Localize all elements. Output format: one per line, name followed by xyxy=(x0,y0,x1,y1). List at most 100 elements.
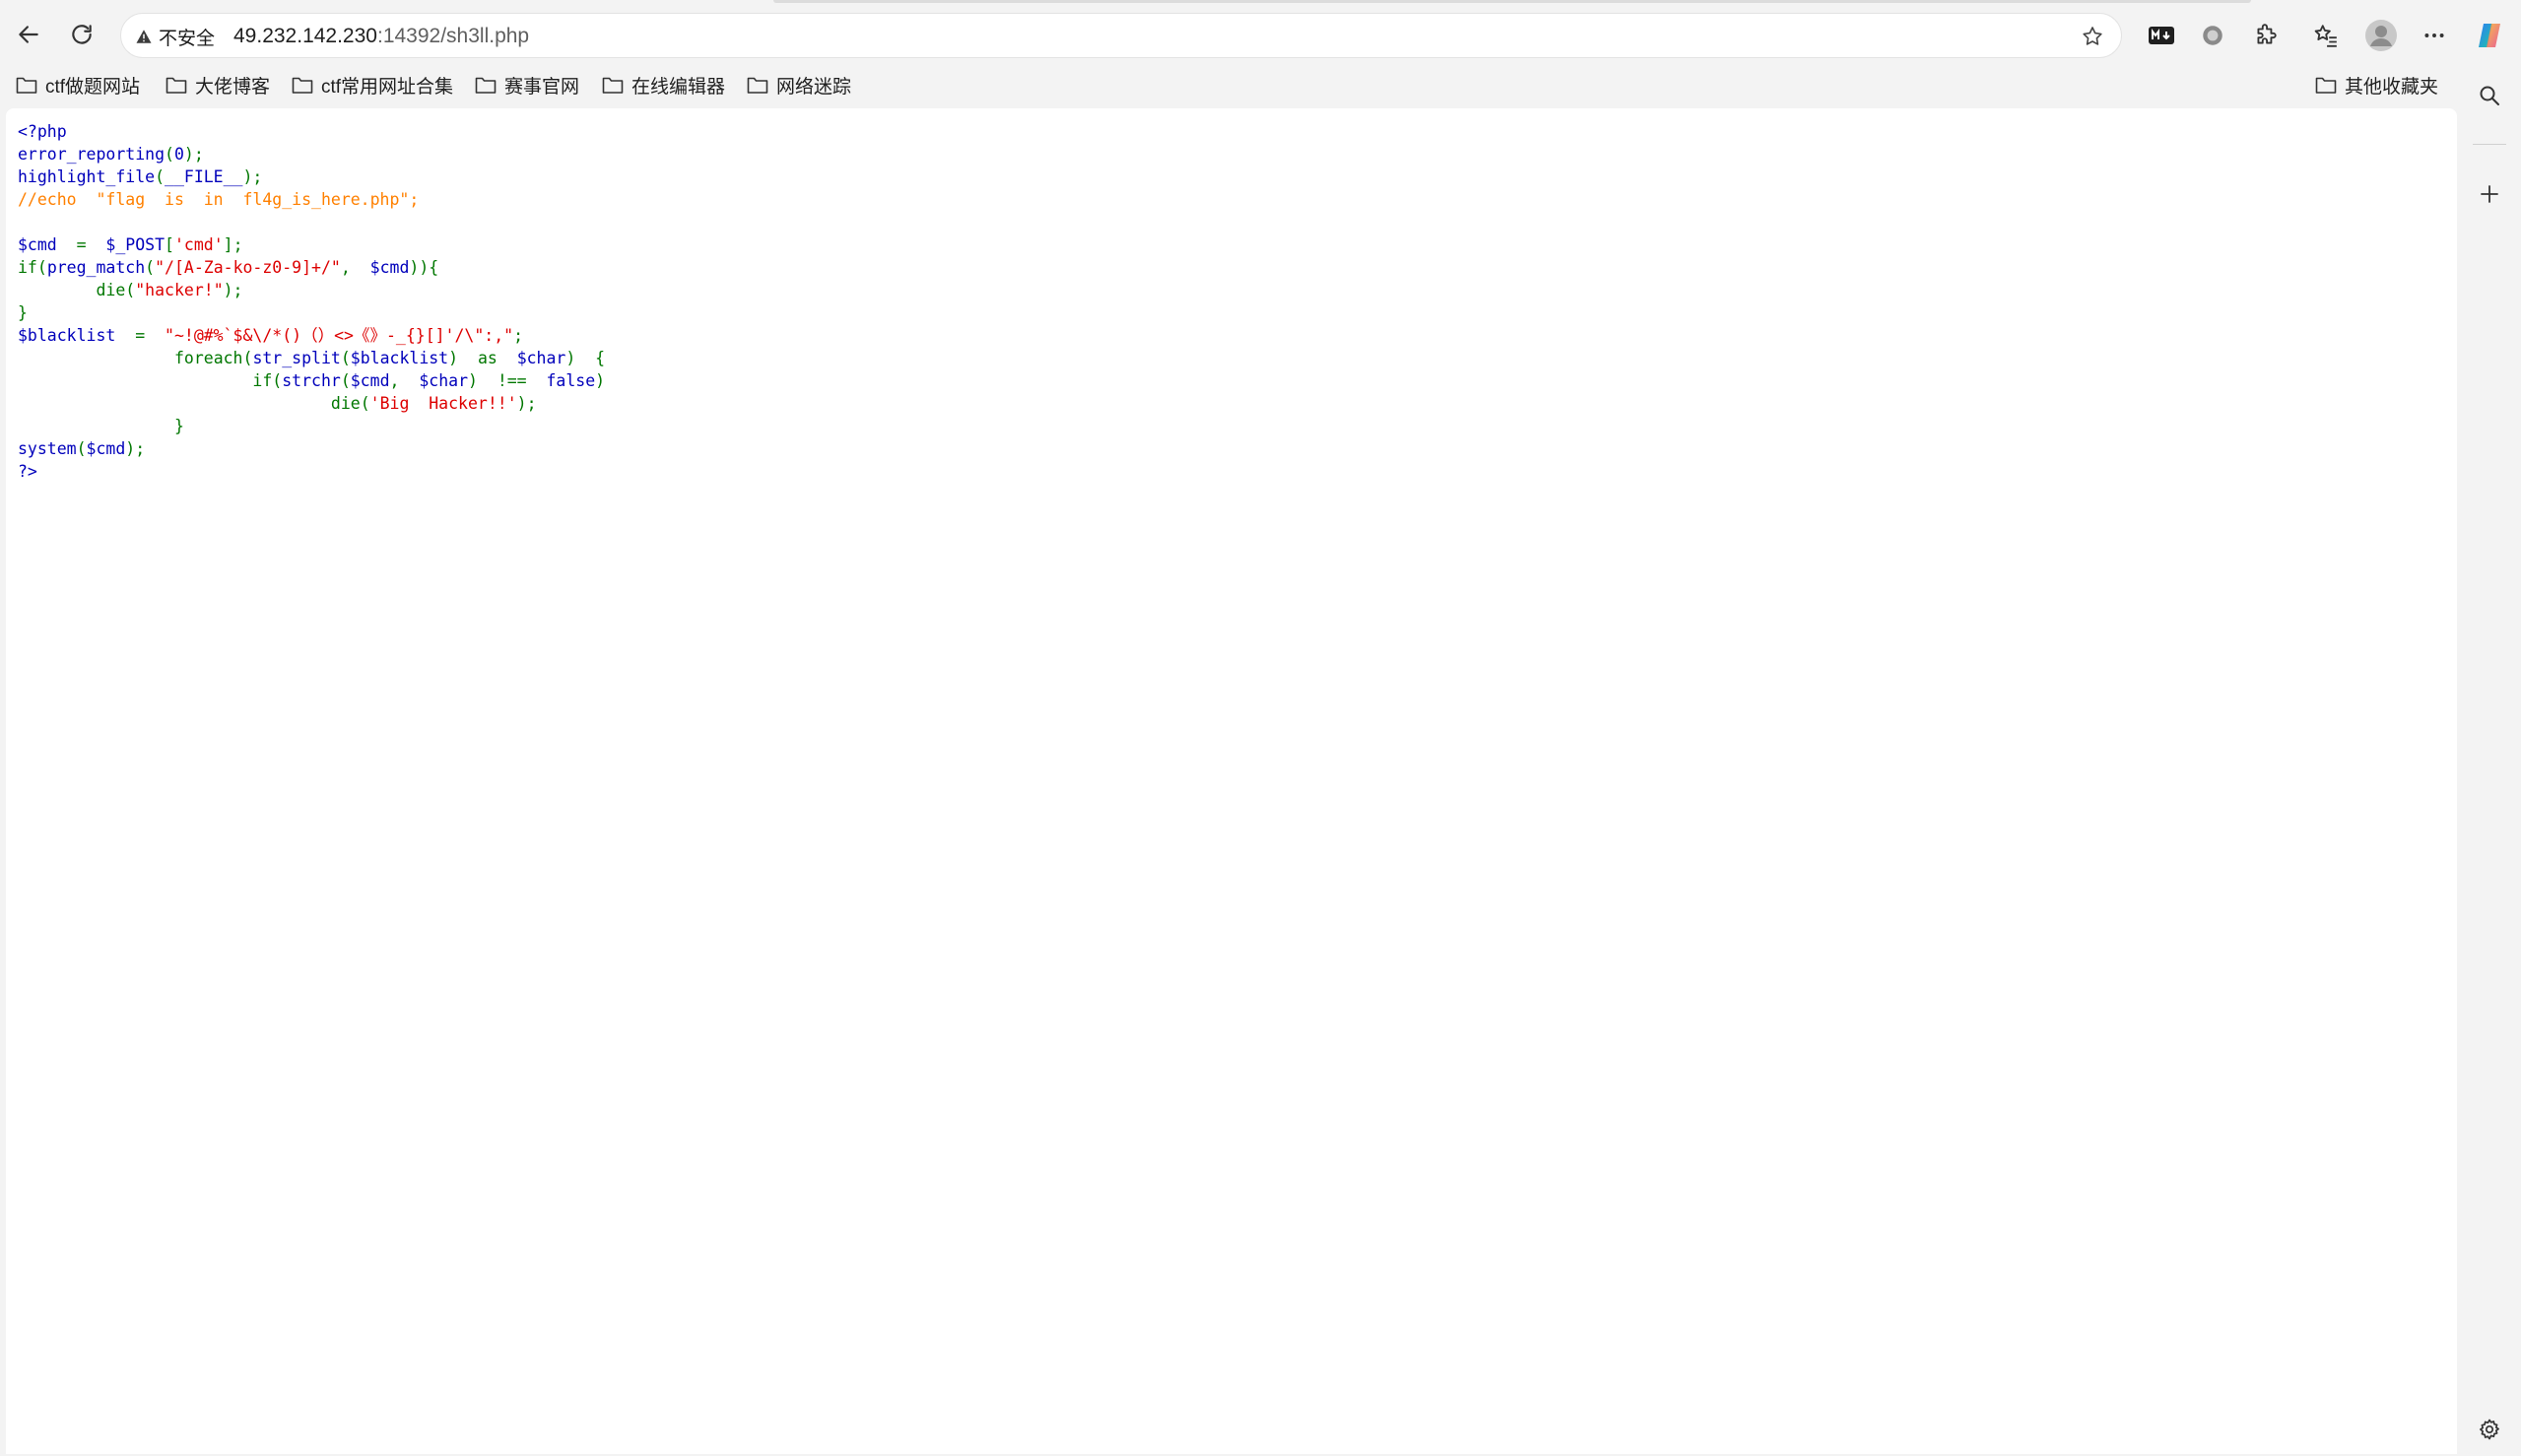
code-token: error_reporting xyxy=(18,145,166,164)
code-comment: //echo "flag is in fl4g_is_here.php"; xyxy=(18,190,420,209)
folder-icon xyxy=(2315,77,2337,94)
bookmark-folder-blogs[interactable]: 大佬博客 xyxy=(166,71,270,99)
code-token: ); xyxy=(516,394,537,413)
code-token: system xyxy=(18,439,77,458)
code-token: ( xyxy=(340,349,351,367)
gear-icon xyxy=(2480,1419,2499,1440)
bookmark-label: 网络迷踪 xyxy=(776,76,852,98)
code-token: foreach( xyxy=(173,349,253,367)
bookmark-folder-editors[interactable]: 在线编辑器 xyxy=(602,71,725,99)
bookmark-folder-osint[interactable]: 网络迷踪 xyxy=(747,71,851,99)
code-token: ( xyxy=(76,439,87,458)
code-token: highlight_file xyxy=(18,167,156,186)
url-text[interactable]: 49.232.142.230:14392/sh3ll.php xyxy=(233,25,529,48)
warning-icon xyxy=(136,30,152,43)
code-token: $char xyxy=(419,371,469,390)
bookmark-folder-ctf-links[interactable]: ctf常用网址合集 xyxy=(292,71,453,99)
extensions-button[interactable] xyxy=(2247,17,2285,54)
code-token: ) !== xyxy=(468,371,547,390)
folder-icon xyxy=(747,77,768,94)
avatar-icon xyxy=(2365,20,2397,51)
other-bookmarks-folder[interactable]: 其他收藏夹 xyxy=(2315,71,2438,99)
record-extension-button[interactable] xyxy=(2194,17,2231,54)
bookmark-label: 大佬博客 xyxy=(195,76,271,98)
profile-button[interactable] xyxy=(2362,17,2400,54)
code-token: __FILE__ xyxy=(165,167,243,186)
url-path: :14392/sh3ll.php xyxy=(376,25,530,47)
code-token: ); xyxy=(242,167,263,186)
code-token: = xyxy=(115,326,166,345)
code-token: ; xyxy=(513,326,524,345)
copilot-icon xyxy=(2479,24,2500,47)
copilot-button[interactable] xyxy=(2471,17,2508,54)
code-token: $char xyxy=(516,349,566,367)
code-token: if( xyxy=(252,371,283,390)
code-token: [ xyxy=(165,235,174,254)
code-token: , xyxy=(389,371,420,390)
code-token: $_POST xyxy=(105,235,166,254)
code-token: $cmd xyxy=(350,371,390,390)
bookmark-label: 其他收藏夹 xyxy=(2345,76,2439,98)
sidebar-add-button[interactable] xyxy=(2469,173,2510,215)
code-token: false xyxy=(546,371,596,390)
code-line-1: <?php xyxy=(18,122,67,141)
back-button[interactable] xyxy=(8,14,49,55)
code-token: $blacklist xyxy=(18,326,116,345)
bookmark-label: 在线编辑器 xyxy=(631,76,726,98)
code-token: ( xyxy=(165,145,174,164)
more-dots-icon xyxy=(2424,33,2444,37)
bookmark-folder-ctf-sites[interactable]: ctf做题网站 xyxy=(16,71,140,99)
markdown-icon xyxy=(2149,27,2174,44)
security-indicator[interactable]: 不安全 xyxy=(135,22,215,51)
favorite-button[interactable] xyxy=(2076,20,2109,53)
folder-icon xyxy=(602,77,624,94)
refresh-icon xyxy=(72,25,92,44)
bookmark-label: ctf做题网站 xyxy=(45,76,141,98)
code-token: } xyxy=(18,417,184,435)
code-token: ]; xyxy=(223,235,243,254)
favorites-list-icon xyxy=(2314,25,2337,47)
bookmarks-bar: ctf做题网站 大佬博客 ctf常用网址合集 赛事官网 在线编辑器 网络迷踪 其… xyxy=(0,65,2521,104)
code-token: as xyxy=(477,349,517,367)
sidebar-divider xyxy=(2473,144,2506,145)
url-host: 49.232.142.230 xyxy=(233,25,377,47)
bookmark-label: ctf常用网址合集 xyxy=(321,76,454,98)
plus-icon xyxy=(2481,185,2498,203)
code-token: } xyxy=(18,303,28,322)
code-token: ); xyxy=(223,281,243,299)
code-token: ) xyxy=(448,349,478,367)
favorites-button[interactable] xyxy=(2307,17,2345,54)
search-icon xyxy=(2480,86,2499,105)
code-line-end: ?> xyxy=(18,462,37,481)
circle-icon xyxy=(2203,26,2222,45)
folder-icon xyxy=(16,77,37,94)
code-token: $cmd xyxy=(86,439,126,458)
code-token: ); xyxy=(183,145,204,164)
more-menu-button[interactable] xyxy=(2416,17,2453,54)
code-string: 'cmd' xyxy=(173,235,224,254)
code-token: $cmd xyxy=(369,258,410,277)
markdown-extension-button[interactable] xyxy=(2143,17,2180,54)
refresh-button[interactable] xyxy=(61,14,102,55)
code-string: "/[A-Za-ko-z0-9]+/" xyxy=(155,258,341,277)
sidebar-settings-button[interactable] xyxy=(2469,1409,2510,1450)
code-string: "~!@#%`$&\/*()（）<>《》-_{}[]'/\":," xyxy=(165,326,514,345)
code-token: )){ xyxy=(409,258,439,277)
code-token: str_split xyxy=(252,349,341,367)
edge-sidebar xyxy=(2459,65,2521,1456)
code-token: ( xyxy=(145,258,156,277)
bookmark-folder-contests[interactable]: 赛事官网 xyxy=(475,71,579,99)
php-source-code: <?php error_reporting(0); highlight_file… xyxy=(18,120,605,483)
code-token: die( xyxy=(330,394,370,413)
sidebar-search-button[interactable] xyxy=(2469,75,2510,116)
star-icon xyxy=(2083,27,2102,45)
puzzle-icon xyxy=(2257,24,2277,44)
bookmark-label: 赛事官网 xyxy=(504,76,580,98)
code-token: 0 xyxy=(173,145,184,164)
address-bar[interactable]: 不安全 49.232.142.230:14392/sh3ll.php xyxy=(120,13,2122,58)
code-token: if( xyxy=(18,258,47,277)
security-label: 不安全 xyxy=(159,28,216,49)
code-token: , xyxy=(340,258,370,277)
